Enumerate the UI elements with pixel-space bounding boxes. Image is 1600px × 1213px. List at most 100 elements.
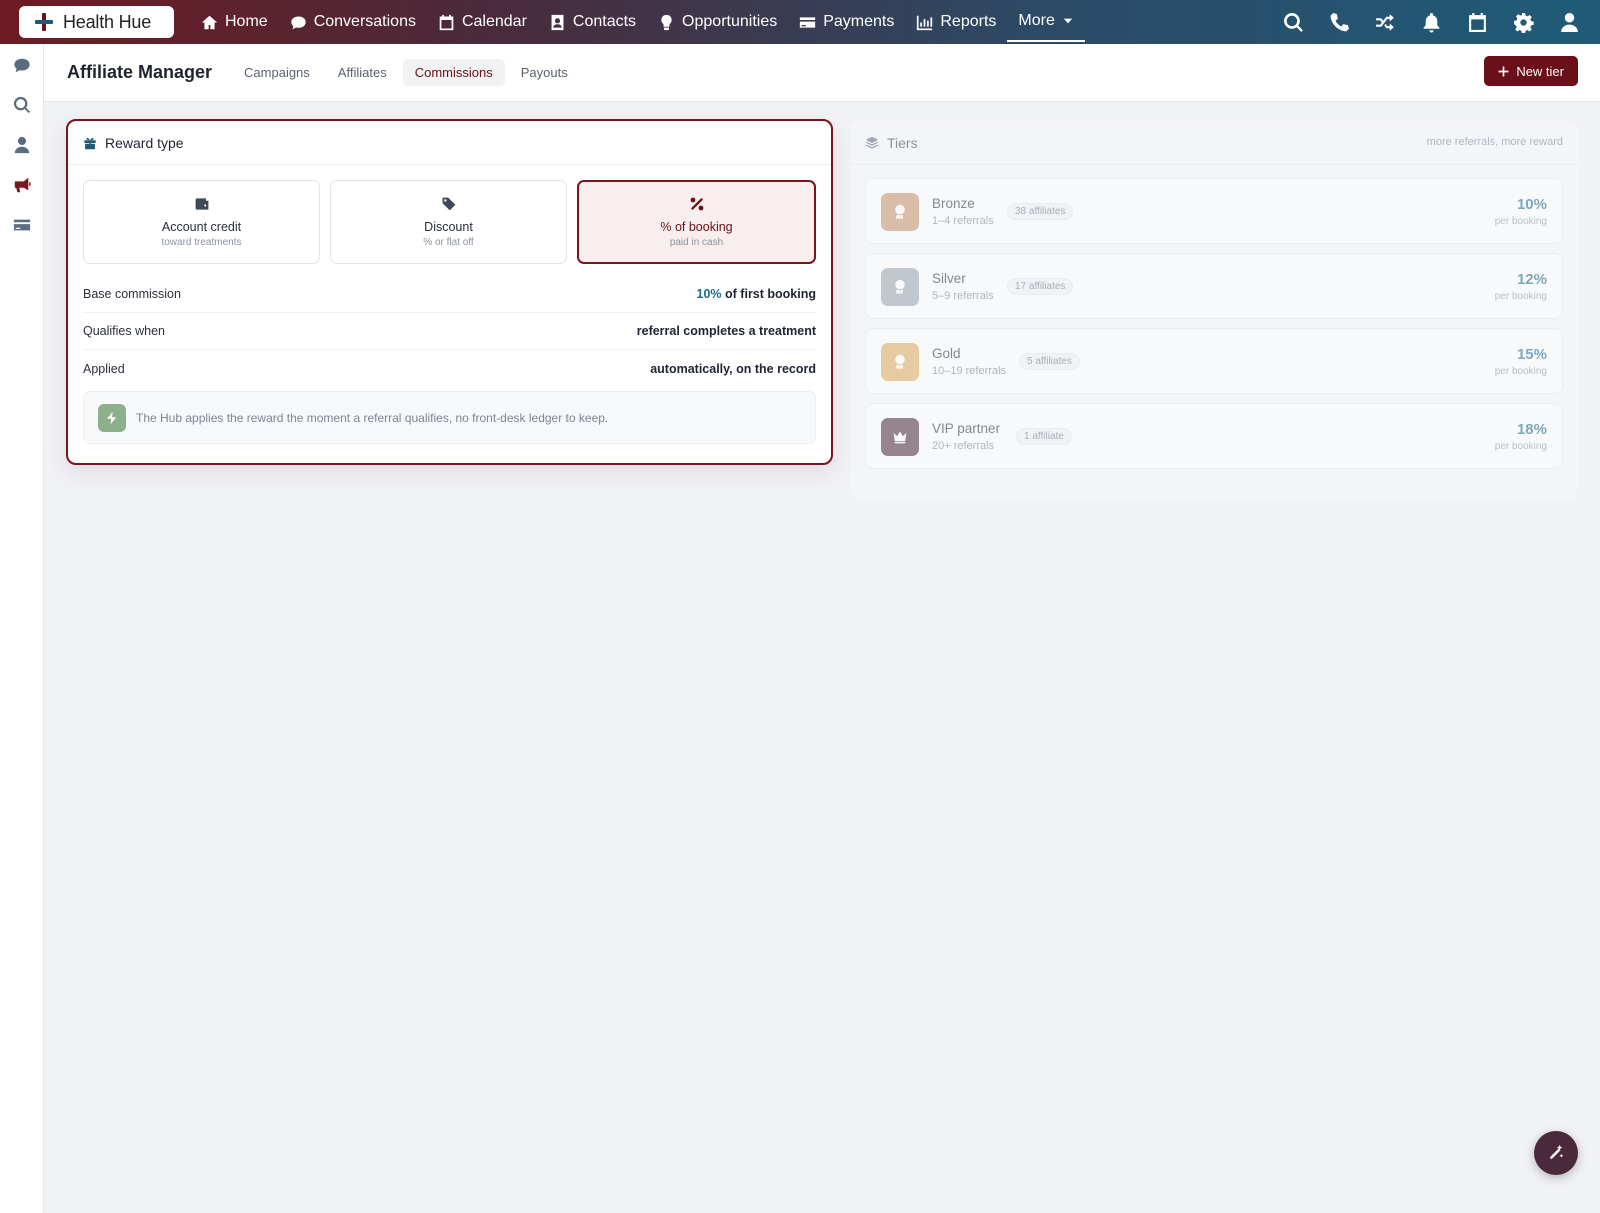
brand-name: Health Hue — [63, 11, 152, 32]
chat-icon — [290, 16, 306, 29]
nav-label: Home — [225, 13, 268, 30]
tier-badge — [881, 343, 919, 381]
reward-options: Account credit toward treatments Discoun… — [68, 165, 831, 264]
option-sub: % or flat off — [423, 237, 474, 248]
calendar-icon — [1469, 12, 1486, 32]
row-applied: Applied automatically, on the record — [83, 350, 816, 387]
tier-name: Bronze — [932, 196, 975, 211]
nav-reports[interactable]: Reports — [905, 0, 1007, 44]
tier-count-badge: 17 affiliates — [1007, 278, 1074, 295]
tier-row-vip-partner[interactable]: VIP partner 20+ referrals 1 affiliate 18… — [865, 403, 1563, 469]
tier-row-bronze[interactable]: Bronze 1–4 referrals 38 affiliates 10% p… — [865, 178, 1563, 244]
top-nav: Health Hue Home Conversations Calendar C… — [0, 0, 1600, 44]
new-tier-label: New tier — [1516, 63, 1564, 79]
option-sub: paid in cash — [669, 237, 724, 248]
phone-icon — [1330, 12, 1349, 31]
credit-card-icon — [800, 16, 816, 28]
option-percent-of-booking[interactable]: % of booking paid in cash — [577, 180, 816, 264]
tier-percent: 15% — [1516, 346, 1547, 363]
nav-label: Conversations — [313, 13, 416, 30]
left-rail — [0, 44, 44, 1213]
rail-search-button[interactable] — [13, 96, 31, 114]
nav-label: Opportunities — [682, 13, 778, 30]
auto-apply-note: The Hub applies the reward the moment a … — [83, 391, 816, 444]
tab-affiliates[interactable]: Affiliates — [326, 59, 399, 86]
rail-payments-button[interactable] — [13, 216, 31, 234]
layers-icon — [865, 136, 879, 149]
rail-chat-button[interactable] — [13, 56, 31, 74]
tab-commissions[interactable]: Commissions — [402, 59, 505, 86]
home-icon — [201, 15, 218, 29]
search-icon — [1284, 12, 1303, 32]
megaphone-icon — [14, 177, 31, 193]
crown-icon — [893, 431, 907, 444]
tab-payouts[interactable]: Payouts — [509, 59, 580, 86]
tier-row-gold[interactable]: Gold 10–19 referrals 5 affiliates 15% pe… — [865, 328, 1563, 394]
magic-wand-icon — [1549, 1144, 1564, 1160]
bolt-badge — [98, 403, 126, 432]
tier-range: 1–4 referrals — [932, 215, 994, 227]
ai-assist-button[interactable] — [1534, 1131, 1578, 1175]
calendar-button[interactable] — [1467, 12, 1488, 33]
tier-name: VIP partner — [932, 421, 1001, 436]
chat-icon — [14, 58, 30, 73]
nav-more[interactable]: More — [1007, 2, 1085, 42]
bolt-icon — [107, 411, 117, 424]
nav-conversations[interactable]: Conversations — [279, 0, 427, 44]
section-tabs: Campaigns Affiliates Commissions Payouts — [232, 59, 580, 86]
new-tier-button[interactable]: New tier — [1484, 56, 1578, 86]
caret-down-icon — [1063, 18, 1073, 24]
row-value: automatically, on the record — [650, 361, 816, 376]
contact-card-icon — [551, 14, 564, 30]
nav-contacts[interactable]: Contacts — [538, 0, 647, 44]
user-icon — [1561, 12, 1578, 32]
row-base-commission: Base commission 10% of first booking — [83, 276, 816, 313]
calendar-icon — [439, 14, 454, 30]
tier-per: per booking — [1494, 291, 1547, 302]
rail-marketing-button[interactable] — [13, 176, 31, 194]
row-value: referral completes a treatment — [636, 324, 816, 338]
tier-percent: 10% — [1516, 196, 1547, 213]
phone-button[interactable] — [1329, 12, 1350, 33]
tier-row-silver[interactable]: Silver 5–9 referrals 17 affiliates 12% p… — [865, 253, 1563, 319]
nav-label: Reports — [940, 13, 997, 30]
notifications-button[interactable] — [1421, 12, 1442, 33]
option-label: % of booking — [660, 220, 733, 234]
credit-card-icon — [13, 219, 31, 231]
nav-label: More — [1018, 12, 1055, 29]
reward-type-title: Reward type — [105, 134, 184, 151]
nav-label: Payments — [823, 13, 895, 30]
award-icon — [895, 204, 905, 220]
settings-button[interactable] — [1513, 12, 1534, 33]
profile-button[interactable] — [1559, 12, 1580, 33]
sub-header: Affiliate Manager Campaigns Affiliates C… — [44, 44, 1600, 102]
brand-logo[interactable]: Health Hue — [19, 6, 174, 38]
global-search-button[interactable] — [1283, 12, 1304, 33]
plus-icon — [1498, 66, 1509, 76]
option-label: Account credit — [161, 220, 242, 234]
tier-per: per booking — [1494, 441, 1547, 452]
option-account-credit[interactable]: Account credit toward treatments — [83, 180, 320, 264]
row-value-accent: 10% — [696, 287, 722, 301]
nav-calendar[interactable]: Calendar — [427, 0, 538, 44]
percent-icon — [690, 197, 703, 211]
shuffle-button[interactable] — [1375, 12, 1396, 33]
tier-per: per booking — [1494, 216, 1547, 227]
gear-icon — [1514, 12, 1534, 33]
note-text: The Hub applies the reward the moment a … — [136, 410, 609, 425]
tier-range: 10–19 referrals — [932, 365, 1006, 377]
tier-percent: 18% — [1516, 421, 1547, 438]
brand-mark-icon — [35, 13, 53, 31]
row-label: Base commission — [83, 287, 181, 301]
nav-home[interactable]: Home — [190, 0, 279, 44]
rail-contacts-button[interactable] — [13, 136, 31, 154]
nav-opportunities[interactable]: Opportunities — [647, 0, 788, 44]
option-label: Discount — [424, 220, 473, 234]
search-icon — [13, 96, 31, 114]
tier-badge — [881, 193, 919, 231]
bar-chart-icon — [917, 15, 933, 30]
option-discount[interactable]: Discount % or flat off — [330, 180, 567, 264]
nav-payments[interactable]: Payments — [788, 0, 905, 44]
tab-campaigns[interactable]: Campaigns — [232, 59, 322, 86]
tier-name: Silver — [932, 271, 966, 286]
